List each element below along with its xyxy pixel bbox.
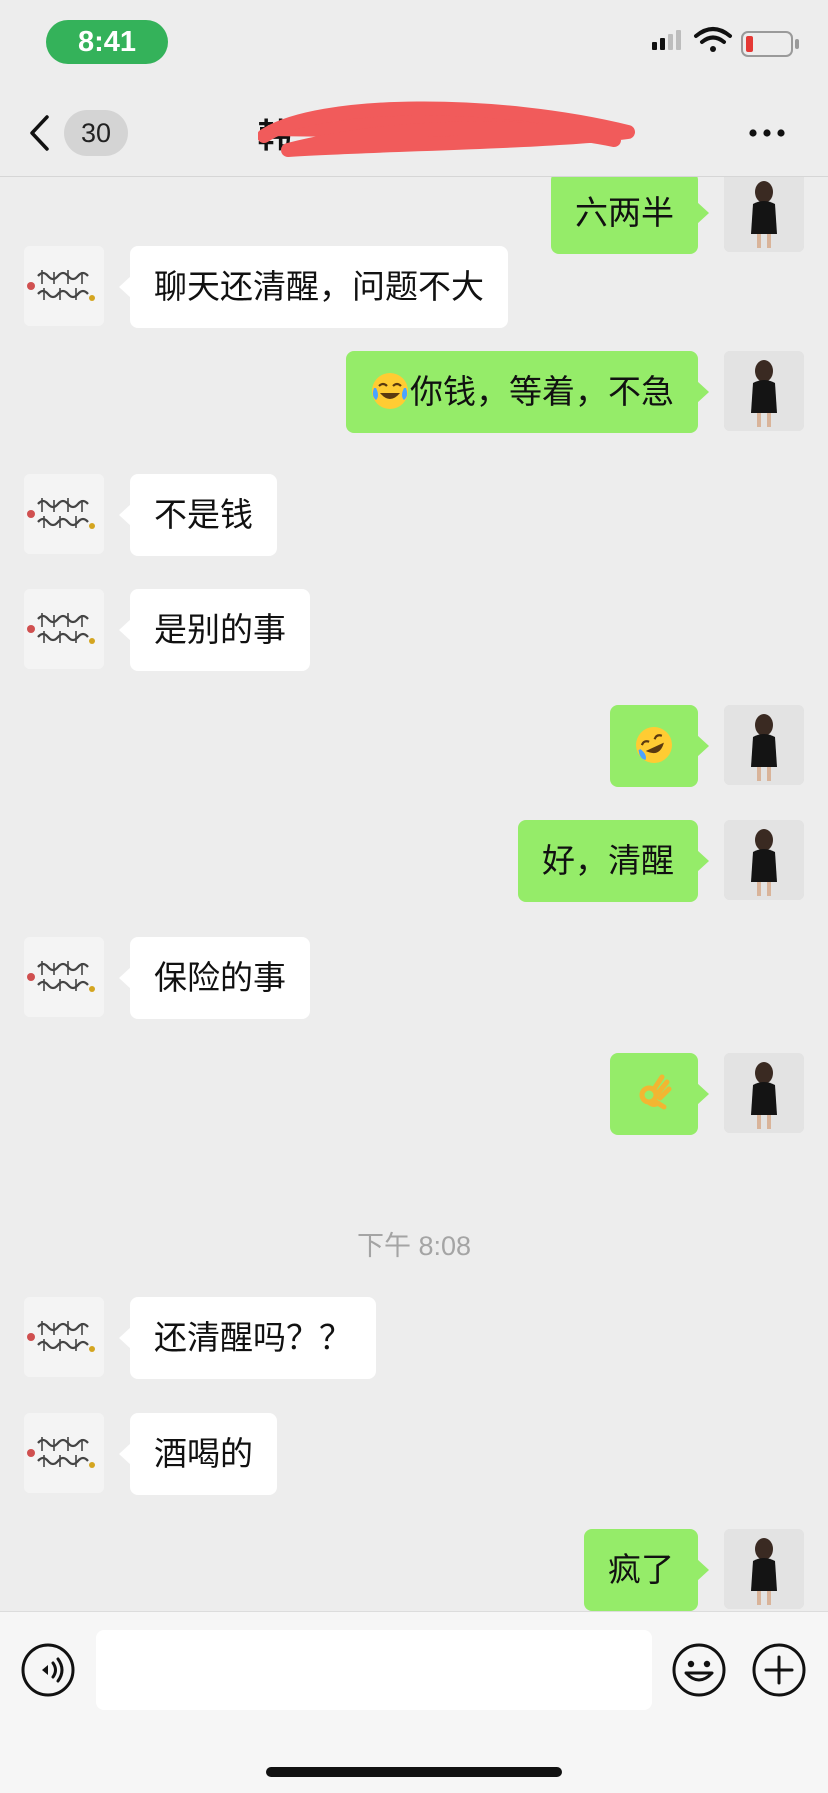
message-bubble[interactable]: 疯了 (584, 1529, 709, 1611)
chevron-left-icon (30, 115, 49, 151)
voice-input-button[interactable] (20, 1642, 76, 1698)
home-indicator[interactable] (266, 1767, 562, 1777)
message-text: 好，清醒 (542, 841, 674, 880)
smiley-icon (672, 1643, 726, 1697)
message-bubble[interactable]: 六两半 (551, 177, 709, 254)
message-row-outgoing: 好，清醒 (0, 820, 828, 902)
message-text: 聊天还清醒，问题不大 (154, 267, 484, 306)
message-row-incoming: 是别的事 (0, 589, 828, 671)
calligraphy-logo-avatar (24, 937, 104, 1017)
calligraphy-logo-avatar (24, 589, 104, 669)
more-options-button[interactable] (744, 110, 790, 156)
message-input[interactable] (96, 1630, 652, 1710)
user-photo-avatar (724, 820, 804, 900)
contact-avatar[interactable] (24, 1413, 104, 1493)
rolling-laughing-emoji (636, 726, 672, 763)
message-bubble[interactable] (610, 705, 709, 787)
message-row-incoming: 聊天还清醒，问题不大 (0, 246, 828, 328)
calligraphy-logo-avatar (24, 1297, 104, 1377)
calligraphy-logo-avatar (24, 474, 104, 554)
my-avatar[interactable] (724, 705, 804, 785)
message-bubble[interactable]: 不是钱 (119, 474, 277, 556)
back-button[interactable] (28, 110, 68, 156)
contact-avatar[interactable] (24, 474, 104, 554)
message-row-outgoing (0, 705, 828, 787)
user-photo-avatar (724, 705, 804, 785)
ellipsis-icon (749, 129, 785, 137)
user-photo-avatar (724, 1053, 804, 1133)
status-icons (652, 27, 799, 57)
emoji-button[interactable] (671, 1642, 727, 1698)
message-row-incoming: 酒喝的 (0, 1413, 828, 1495)
message-list[interactable]: 六两半 聊天还清醒，问题不大 你钱，等着，不急 不是钱 是别的事 好，清醒 保险… (0, 177, 828, 1611)
message-timestamp: 下午 8:08 (356, 1231, 472, 1261)
message-row-outgoing (0, 1053, 828, 1135)
signal-icon (652, 30, 681, 50)
my-avatar[interactable] (724, 1529, 804, 1609)
contact-avatar[interactable] (24, 589, 104, 669)
message-text: 还清醒吗？？ (154, 1318, 352, 1357)
more-functions-button[interactable] (751, 1642, 807, 1698)
my-avatar[interactable] (724, 351, 804, 431)
message-bubble[interactable]: 是别的事 (119, 589, 310, 671)
message-text: 你钱，等着，不急 (410, 372, 674, 411)
message-bubble[interactable]: 保险的事 (119, 937, 310, 1019)
voice-icon (21, 1643, 75, 1697)
message-text: 酒喝的 (154, 1434, 253, 1473)
message-bubble[interactable]: 还清醒吗？？ (119, 1297, 376, 1379)
contact-avatar[interactable] (24, 1297, 104, 1377)
nav-bar: 30 韩 (0, 90, 828, 177)
title-redaction-scribble (258, 101, 635, 157)
message-row-outgoing: 你钱，等着，不急 (0, 351, 828, 433)
message-bubble[interactable]: 你钱，等着，不急 (346, 351, 709, 433)
message-text: 是别的事 (154, 610, 286, 649)
user-photo-avatar (724, 351, 804, 431)
ok-hand-emoji (639, 1074, 672, 1109)
unread-count-badge[interactable]: 30 (64, 110, 128, 156)
calligraphy-logo-avatar (24, 1413, 104, 1493)
status-time: 8:41 (46, 20, 168, 64)
user-photo-avatar (724, 1529, 804, 1609)
user-photo-avatar (724, 177, 804, 252)
calligraphy-logo-avatar (24, 246, 104, 326)
message-text: 保险的事 (154, 958, 286, 997)
status-bar: 8:41 (0, 0, 828, 90)
battery-low-icon (741, 31, 799, 57)
message-row-outgoing: 六两半 (0, 177, 828, 254)
message-text: 不是钱 (154, 495, 253, 534)
message-row-incoming: 保险的事 (0, 937, 828, 1019)
contact-avatar[interactable] (24, 937, 104, 1017)
message-bubble[interactable] (610, 1053, 709, 1135)
tears-of-joy-emoji (372, 372, 408, 409)
message-bubble[interactable]: 酒喝的 (119, 1413, 277, 1495)
message-row-incoming: 不是钱 (0, 474, 828, 556)
message-bubble[interactable]: 聊天还清醒，问题不大 (119, 246, 508, 328)
my-avatar[interactable] (724, 1053, 804, 1133)
message-row-outgoing: 疯了 (0, 1529, 828, 1611)
my-avatar[interactable] (724, 820, 804, 900)
contact-avatar[interactable] (24, 246, 104, 326)
message-bubble[interactable]: 好，清醒 (518, 820, 709, 902)
plus-icon (752, 1643, 806, 1697)
input-bar (0, 1611, 828, 1793)
my-avatar[interactable] (724, 177, 804, 252)
message-text: 疯了 (608, 1550, 674, 1589)
message-row-incoming: 还清醒吗？？ (0, 1297, 828, 1379)
wifi-icon (694, 27, 732, 52)
message-text: 六两半 (575, 193, 674, 232)
